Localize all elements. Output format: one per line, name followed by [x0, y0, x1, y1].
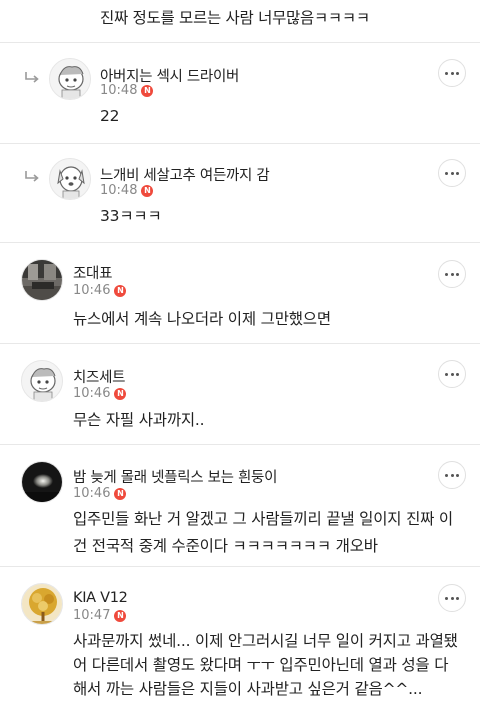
new-badge: N: [114, 284, 127, 297]
comment-meta: 10:46 N: [73, 283, 127, 298]
comment-meta: 10:46 N: [73, 486, 127, 501]
more-dots-icon: [445, 596, 459, 600]
comment-item: 느개비 세살고추 여든까지 감 10:48 N 33ㅋㅋㅋ: [0, 144, 480, 242]
comment-text: 뉴스에서 계속 나오더라 이제 그만했으면: [73, 310, 331, 328]
comment-author[interactable]: 치즈세트: [73, 366, 125, 387]
comment-text: 22: [100, 107, 120, 125]
comment-text: 사과문까지 썼네... 이제 안그러시길 너무 일이 커지고 과열됐 어 다른데…: [73, 630, 458, 701]
avatar[interactable]: [49, 58, 91, 100]
comment-meta: 10:46 N: [73, 386, 127, 401]
comment-author[interactable]: 느개비 세살고추 여든까지 감: [100, 164, 270, 185]
avatar[interactable]: [21, 461, 63, 503]
golden-tree-avatar-icon: [22, 584, 62, 624]
comment-item: 아버지는 섹시 드라이버 10:48 N 22: [0, 43, 480, 143]
more-dots-icon: [445, 372, 459, 376]
more-options-button[interactable]: [438, 260, 466, 288]
room-photo-avatar-icon: [22, 260, 62, 300]
more-dots-icon: [445, 272, 459, 276]
new-badge: N: [114, 487, 127, 500]
comment-author[interactable]: 밤 늦게 몰래 넷플릭스 보는 흰둥이: [73, 466, 277, 487]
comment-text-line: 어 다른데서 촬영도 왔다며 ㅜㅜ 입주민아닌데 열과 성을 다: [73, 656, 449, 674]
comment-time: 10:48: [100, 183, 138, 198]
cartoon-avatar-icon: [22, 361, 62, 401]
cartoon-dog-avatar-icon: [50, 159, 90, 199]
new-badge: N: [114, 387, 127, 400]
reply-arrow-icon: [25, 72, 39, 83]
comment-item: KIA V12 10:47 N 사과문까지 썼네... 이제 안그러시길 너무 …: [0, 567, 480, 704]
comment-item: 밤 늦게 몰래 넷플릭스 보는 흰둥이 10:46 N 입주민들 화난 거 알겠…: [0, 445, 480, 565]
more-options-button[interactable]: [438, 461, 466, 489]
comment-time: 10:46: [73, 386, 111, 401]
avatar[interactable]: [21, 259, 63, 301]
comment-text-line: 사과문까지 썼네... 이제 안그러시길 너무 일이 커지고 과열됐: [73, 632, 458, 650]
comment-author[interactable]: KIA V12: [73, 590, 128, 606]
more-dots-icon: [445, 71, 459, 75]
comment-meta: 10:48 N: [100, 183, 154, 198]
cartoon-avatar-icon: [50, 59, 90, 99]
comment-text-top: 진짜 정도를 모르는 사람 너무많음ㅋㅋㅋㅋ: [100, 9, 370, 27]
more-dots-icon: [445, 473, 459, 477]
comment-author[interactable]: 조대표: [73, 262, 112, 283]
more-options-button[interactable]: [438, 360, 466, 388]
comment-text: 무슨 자필 사과까지..: [73, 411, 205, 429]
comment-text: 입주민들 화난 거 알겠고 그 사람들끼리 끝낼 일이지 진짜 이 건 전국적 …: [73, 508, 453, 558]
comment-text-line: 건 전국적 중계 수준이다 ㅋㅋㅋㅋㅋㅋㅋ 개오바: [73, 537, 378, 555]
more-options-button[interactable]: [438, 159, 466, 187]
new-badge: N: [141, 184, 154, 197]
reply-arrow-icon: [25, 171, 39, 182]
new-badge: N: [141, 84, 154, 97]
more-options-button[interactable]: [438, 59, 466, 87]
comment-text: 33ㅋㅋㅋ: [100, 207, 162, 225]
comment-time: 10:47: [73, 608, 111, 623]
comment-text-line: 해서 까는 사람들은 지들이 사과받고 싶은거 같음^^...: [73, 680, 423, 698]
comment-text-line: 입주민들 화난 거 알겠고 그 사람들끼리 끝낼 일이지 진짜 이: [73, 510, 453, 528]
comment-meta: 10:48 N: [100, 83, 154, 98]
comment-time: 10:46: [73, 486, 111, 501]
comment-meta: 10:47 N: [73, 608, 127, 623]
more-options-button[interactable]: [438, 584, 466, 612]
comment-item: 치즈세트 10:46 N 무슨 자필 사과까지..: [0, 344, 480, 444]
more-dots-icon: [445, 171, 459, 175]
tv-dark-avatar-icon: [22, 462, 62, 502]
avatar[interactable]: [21, 583, 63, 625]
avatar[interactable]: [21, 360, 63, 402]
comment-time: 10:48: [100, 83, 138, 98]
avatar[interactable]: [49, 158, 91, 200]
comment-item: 조대표 10:46 N 뉴스에서 계속 나오더라 이제 그만했으면: [0, 243, 480, 343]
new-badge: N: [114, 609, 127, 622]
comment-time: 10:46: [73, 283, 111, 298]
